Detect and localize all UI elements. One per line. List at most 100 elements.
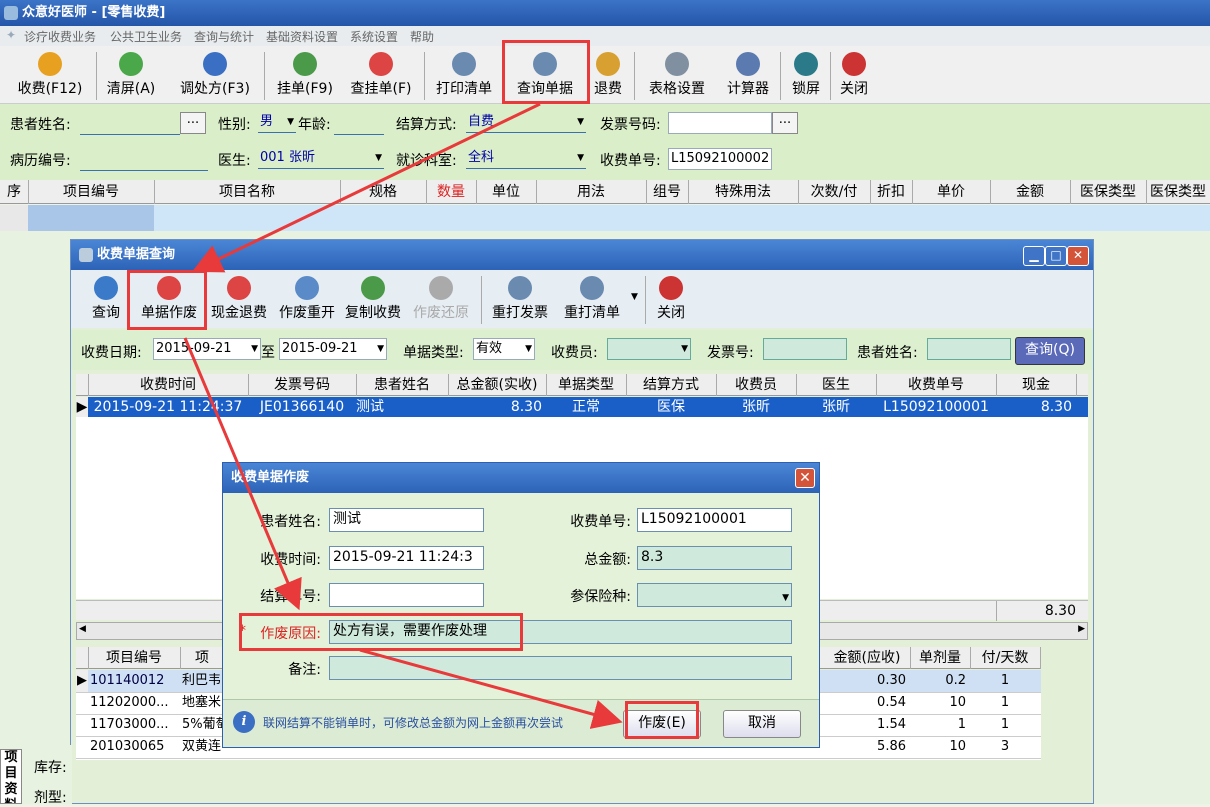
highlight-void-button (625, 701, 699, 739)
chevron-down-icon: ▼ (375, 153, 382, 163)
main-grid-header: 序 项目编号 项目名称 规格 数量 单位 用法 组号 特殊用法 次数/付 折扣 … (0, 180, 1210, 204)
print-list-button[interactable]: 打印清单 (430, 50, 498, 102)
date-to-picker[interactable]: 2015-09-21 ▼ (279, 338, 387, 360)
department-select[interactable]: 全科 ▼ (466, 148, 586, 169)
void-reissue-button[interactable]: 作废重开 (275, 274, 339, 326)
menu-item-basic-data[interactable]: 基础资料设置 (266, 28, 338, 45)
col-unit-price: 单价 (912, 180, 991, 204)
reprint-invoice-button[interactable]: 重打发票 (487, 274, 553, 326)
gear-icon (665, 52, 689, 76)
window-title: 众意好医师 - [零售收费] (22, 5, 166, 20)
col-charge-number: 收费单号 (876, 374, 997, 396)
chevron-down-icon: ▼ (681, 344, 688, 354)
menu-item-system[interactable]: 系统设置 (350, 28, 398, 45)
col-group: 组号 (646, 180, 689, 204)
refresh-icon (119, 52, 143, 76)
refund-button[interactable]: 退费 (588, 50, 628, 102)
close-window-button[interactable]: ✕ (1067, 246, 1089, 266)
patient-name-filter-label: 患者姓名: (857, 345, 918, 361)
charge-time-field[interactable]: 2015-09-21 11:24:3 (329, 546, 484, 570)
col-detail-days: 付/天数 (970, 647, 1041, 669)
cash-refund-button[interactable]: 现金退费 (207, 274, 271, 326)
charge-number-input[interactable]: L15092100002 (668, 148, 772, 170)
settle-number-field[interactable] (329, 583, 484, 607)
void-restore-button[interactable]: 作废还原 (409, 274, 473, 326)
menu-item-public-health[interactable]: 公共卫生业务 (110, 28, 182, 45)
settle-number-label: 结算单号: (260, 589, 321, 605)
query-close-button[interactable]: 关闭 (651, 274, 691, 326)
chevron-down-icon: ▼ (577, 117, 584, 127)
minimize-button[interactable]: ▁ (1023, 246, 1045, 266)
calculator-button[interactable]: 计算器 (720, 50, 776, 102)
gender-select[interactable]: 男 ▼ (258, 112, 296, 133)
chevron-down-icon: ▼ (577, 153, 584, 163)
col-unit: 单位 (476, 180, 537, 204)
col-total-amount: 总金额(实收) (448, 374, 547, 396)
menu-item-query-stats[interactable]: 查询与统计 (194, 28, 254, 45)
find-hang-order-button[interactable]: 查挂单(F) (344, 50, 418, 102)
table-row[interactable]: ▶ 2015-09-21 11:24:37 JE01366140 测试 8.30… (76, 397, 1088, 417)
charge-button[interactable]: 收费(F12) (10, 50, 90, 102)
stock-label: 库存: (34, 760, 67, 776)
printer-icon (452, 52, 476, 76)
cashier-select[interactable]: ▼ (607, 338, 691, 360)
reprint-dropdown-icon[interactable]: ▼ (631, 292, 638, 302)
settle-method-label: 结算方式: (396, 117, 457, 133)
date-from-picker[interactable]: 2015-09-21 ▼ (153, 338, 261, 360)
hand-cash-icon (227, 276, 251, 300)
query-button[interactable]: 查询 (85, 274, 127, 326)
settle-method-select[interactable]: 自费 ▼ (466, 112, 586, 133)
charge-number-field[interactable]: L15092100001 (637, 508, 792, 532)
highlight-void-document (127, 270, 207, 330)
cancel-button[interactable]: 取消 (723, 710, 801, 738)
item-info-tab[interactable]: 项目资料 (0, 749, 22, 804)
col-discount: 折扣 (870, 180, 913, 204)
invoice-input[interactable] (763, 338, 847, 360)
hang-order-button[interactable]: 挂单(F9) (270, 50, 340, 102)
clear-screen-button[interactable]: 清屏(A) (100, 50, 162, 102)
main-grid-empty-row[interactable] (0, 205, 1210, 231)
filter-query-button[interactable]: 查询(Q) (1015, 337, 1085, 365)
close-button[interactable]: 关闭 (834, 50, 874, 102)
invoice-number-input[interactable] (668, 112, 772, 134)
monitor-icon (794, 52, 818, 76)
maximize-button[interactable]: □ (1045, 246, 1067, 266)
copy-charge-button[interactable]: 复制收费 (341, 274, 405, 326)
insurance-type-select[interactable]: ▼ (637, 583, 792, 607)
date-label: 收费日期: (81, 345, 142, 361)
col-patient-name: 患者姓名 (356, 374, 449, 396)
col-quantity: 数量 (426, 180, 477, 204)
close-icon[interactable]: ✕ (795, 468, 815, 488)
window-title-bar: 众意好医师 - [零售收费] (0, 0, 1210, 26)
main-toolbar: 收费(F12) 清屏(A) 调处方(F3) 挂单(F9) 查挂单(F) 打印清单… (0, 46, 1210, 104)
doctor-select[interactable]: 001 张昕 ▼ (258, 148, 384, 169)
menu-bar: ✦ 诊疗收费业务 公共卫生业务 查询与统计 基础资料设置 系统设置 帮助 (0, 26, 1210, 46)
patient-name-label: 患者姓名: (260, 514, 321, 530)
menu-item-clinic[interactable]: 诊疗收费业务 (24, 28, 96, 45)
lock-screen-button[interactable]: 锁屏 (786, 50, 826, 102)
menu-app-icon: ✦ (6, 28, 17, 42)
note-field[interactable] (329, 656, 792, 680)
patient-name-field[interactable]: 测试 (329, 508, 484, 532)
department-label: 就诊科室: (396, 153, 457, 169)
table-settings-button[interactable]: 表格设置 (642, 50, 712, 102)
age-input[interactable] (334, 114, 384, 135)
col-spec: 规格 (340, 180, 427, 204)
total-amount-field[interactable]: 8.3 (637, 546, 792, 570)
chevron-down-icon: ▼ (287, 117, 294, 127)
doc-type-select[interactable]: 有效 ▼ (473, 338, 535, 360)
patient-name-input[interactable] (80, 114, 180, 135)
load-prescription-button[interactable]: 调处方(F3) (172, 50, 258, 102)
col-settle-method: 结算方式 (626, 374, 717, 396)
invoice-lookup-button[interactable]: ... (772, 112, 798, 134)
col-item-name: 项目名称 (154, 180, 341, 204)
patient-name-filter-input[interactable] (927, 338, 1011, 360)
people-icon (203, 52, 227, 76)
menu-item-help[interactable]: 帮助 (410, 28, 434, 45)
reprint-list-button[interactable]: 重打清单 (559, 274, 625, 326)
record-number-label: 病历编号: (10, 153, 71, 169)
record-number-input[interactable] (80, 150, 208, 171)
col-detail-dose: 单剂量 (910, 647, 971, 669)
patient-lookup-button[interactable]: ... (180, 112, 206, 134)
chevron-down-icon: ▼ (782, 593, 789, 603)
